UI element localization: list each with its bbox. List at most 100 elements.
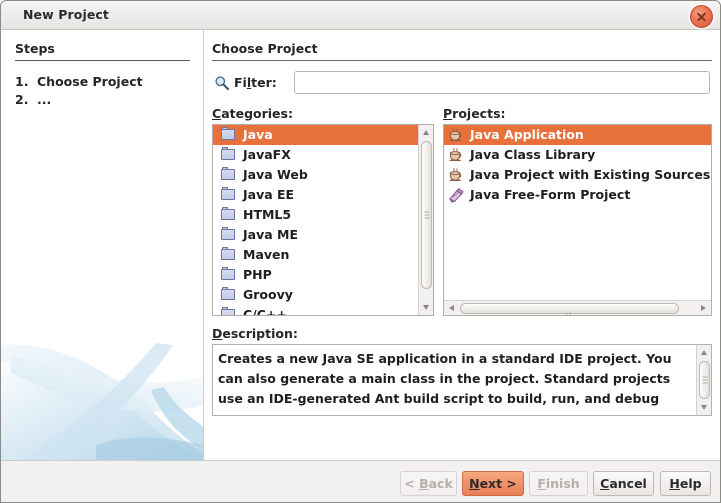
list-item[interactable]: Java Application [444, 125, 711, 145]
list-item[interactable]: Java EE [213, 185, 418, 205]
list-item-label: Maven [243, 247, 290, 262]
button-label: ext > [479, 476, 517, 491]
scrollbar-grip-icon [424, 211, 429, 219]
java-coffee-icon [448, 167, 464, 183]
list-item[interactable]: Java ME [213, 225, 418, 245]
categories-list[interactable]: Java JavaFX Java Web Java EE HTML5 Java ME Mav… [212, 124, 434, 316]
description-label-mnemonic: D [212, 326, 223, 341]
step-number: 2. [15, 92, 29, 107]
java-coffee-icon [448, 147, 464, 163]
dialog-button-bar: < Back Next > Finish Cancel Help [1, 460, 720, 502]
list-item[interactable]: Java [213, 125, 418, 145]
projects-label: Projects: [443, 106, 506, 121]
help-button[interactable]: Help [660, 471, 711, 496]
scroll-left-arrow-icon[interactable] [445, 302, 458, 315]
steps-divider [15, 60, 190, 61]
scrollbar-thumb[interactable] [699, 361, 710, 399]
button-prefix: < [404, 476, 420, 491]
button-label: elp [679, 476, 702, 491]
folder-icon [221, 166, 237, 183]
scroll-down-arrow-icon[interactable] [698, 401, 711, 414]
list-item[interactable]: Groovy [213, 285, 418, 305]
close-icon[interactable] [690, 5, 713, 28]
button-mnemonic: C [600, 476, 610, 491]
categories-label-rest: ategories: [221, 106, 293, 121]
filter-label-a: Fi [234, 75, 247, 90]
list-item[interactable]: Maven [213, 245, 418, 265]
list-item[interactable]: C/C++ [213, 305, 418, 315]
button-label: ack [428, 476, 453, 491]
search-icon [215, 76, 229, 90]
list-item-label: JavaFX [243, 147, 291, 162]
list-item[interactable]: Java Free-Form Project [444, 185, 711, 205]
description-label: Description: [212, 326, 298, 341]
list-item[interactable]: PHP [213, 265, 418, 285]
content-panel: Choose Project Filter: Categories: Java J… [204, 30, 720, 460]
folder-icon [221, 286, 237, 303]
button-mnemonic: F [537, 476, 546, 491]
list-item-label: Java Project with Existing Sources [470, 167, 711, 182]
step-label: ... [37, 92, 52, 107]
java-coffee-icon [448, 127, 464, 143]
cancel-button[interactable]: Cancel [593, 471, 654, 496]
folder-icon [221, 246, 237, 263]
folder-icon [221, 266, 237, 283]
filter-label: Filter: [234, 75, 277, 90]
list-item-label: Java Web [243, 167, 308, 182]
description-label-rest: escription: [222, 326, 298, 341]
projects-label-mnemonic: P [443, 106, 453, 121]
finish-button[interactable]: Finish [529, 471, 588, 496]
folder-icon [221, 146, 237, 163]
description-vertical-scrollbar[interactable] [696, 345, 711, 415]
categories-label-mnemonic: C [212, 106, 222, 121]
categories-list-items: Java JavaFX Java Web Java EE HTML5 Java ME Mav… [213, 125, 418, 315]
list-item-label: Java Application [470, 127, 584, 142]
description-box: Creates a new Java SE application in a s… [212, 344, 712, 416]
filter-input[interactable] [294, 71, 710, 94]
scroll-right-arrow-icon[interactable] [697, 302, 710, 315]
next-button[interactable]: Next > [462, 471, 524, 496]
filter-row: Filter: [212, 71, 712, 97]
step-item-2: 2.... [15, 92, 51, 107]
scroll-up-arrow-icon[interactable] [698, 346, 711, 359]
list-item[interactable]: Java Class Library [444, 145, 711, 165]
list-item[interactable]: Java Web [213, 165, 418, 185]
dialog-body: Steps 1. Choose Project 2.... Choose Pro… [1, 30, 720, 460]
list-item-label: C/C++ [243, 307, 287, 315]
scroll-down-arrow-icon[interactable] [420, 301, 433, 314]
list-item-label: Java Free-Form Project [470, 187, 631, 202]
button-mnemonic: N [469, 476, 480, 491]
list-item[interactable]: HTML5 [213, 205, 418, 225]
button-mnemonic: B [419, 476, 429, 491]
button-label: inish [545, 476, 580, 491]
steps-header: Steps [15, 41, 55, 56]
projects-list-items: Java Application Java Class Library Java P… [444, 125, 711, 300]
button-label: ancel [609, 476, 647, 491]
back-button[interactable]: < Back [400, 471, 457, 496]
page-title-divider [212, 60, 712, 61]
filter-label-b: ter: [251, 75, 277, 90]
folder-icon [221, 206, 237, 223]
list-item-label: PHP [243, 267, 272, 282]
step-item-1: 1. Choose Project [15, 74, 143, 89]
scrollbar-thumb[interactable] [421, 141, 432, 289]
scrollbar-thumb[interactable] [460, 303, 679, 315]
list-item[interactable]: JavaFX [213, 145, 418, 165]
folder-icon [221, 126, 237, 143]
list-item[interactable]: Java Project with Existing Sources [444, 165, 711, 185]
folder-icon [221, 186, 237, 203]
page-title: Choose Project [212, 41, 318, 56]
projects-label-rest: rojects: [452, 106, 506, 121]
step-number: 1. [15, 74, 29, 89]
list-item-label: Java [243, 127, 273, 142]
scroll-up-arrow-icon[interactable] [420, 126, 433, 139]
categories-label: Categories: [212, 106, 293, 121]
steps-panel: Steps 1. Choose Project 2.... [1, 30, 204, 460]
categories-vertical-scrollbar[interactable] [418, 125, 433, 315]
projects-list[interactable]: Java Application Java Class Library Java P… [443, 124, 712, 316]
folder-icon [221, 306, 237, 315]
step-label: Choose Project [37, 74, 143, 89]
new-project-dialog: New Project Steps 1. Choose Project 2.... [0, 0, 721, 503]
description-text: Creates a new Java SE application in a s… [218, 351, 672, 406]
projects-horizontal-scrollbar[interactable] [444, 300, 711, 315]
